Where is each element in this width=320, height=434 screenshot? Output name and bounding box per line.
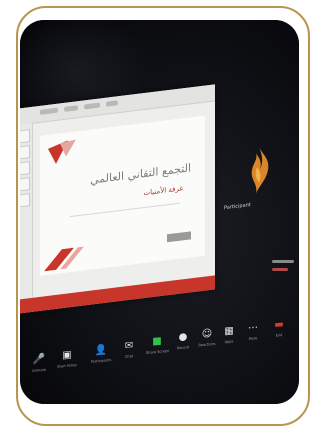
slide-thumbnail[interactable] [20, 161, 30, 177]
photo: التجمع التقاني العالمي غرفة الأمنيات Par… [20, 20, 299, 404]
video-icon: ▣ [62, 349, 72, 362]
tb-record[interactable]: ● Record [172, 331, 194, 351]
participants-icon: 👤 [94, 344, 108, 357]
tb-video[interactable]: ▣ Start Video [56, 349, 78, 369]
red-stripes-icon [44, 246, 84, 272]
slide-logo [167, 231, 191, 243]
slide-thumbnail[interactable] [20, 193, 30, 209]
tb-share-screen[interactable]: ■ Share Screen [146, 335, 169, 355]
slide-thumbnail[interactable] [20, 129, 30, 145]
end-icon: ▬ [274, 318, 284, 331]
tb-participants[interactable]: 👤 Participants [90, 344, 112, 364]
apps-icon: ▦ [224, 325, 234, 338]
more-icon: ⋯ [248, 322, 258, 335]
slide-thumbnail[interactable] [20, 177, 30, 193]
slide-thumbnail[interactable] [20, 145, 30, 161]
tb-more[interactable]: ⋯ More [242, 322, 264, 342]
participant-tile[interactable]: Participant [222, 136, 282, 223]
slide-canvas: التجمع التقاني العالمي غرفة الأمنيات [40, 115, 205, 276]
tb-mic[interactable]: 🎤 Unmute [28, 353, 50, 373]
record-icon: ● [178, 331, 188, 344]
tb-reactions[interactable]: ☺ Reactions [196, 328, 218, 348]
slide-title: التجمع التقاني العالمي [90, 161, 191, 187]
flame-logo-icon [251, 145, 269, 194]
mic-icon: 🎤 [32, 353, 46, 366]
tb-apps[interactable]: ▦ Apps [218, 325, 240, 345]
participant-name: Participant [224, 201, 251, 212]
red-corner-mark-icon [48, 139, 76, 164]
tb-chat[interactable]: ✉ Chat [118, 340, 140, 360]
share-screen-icon: ■ [152, 335, 162, 348]
slide-thumbnails-panel [20, 122, 33, 301]
slide-subtitle: غرفة الأمنيات [143, 184, 183, 198]
tb-end[interactable]: ▬ End [268, 318, 290, 338]
presentation-slide: التجمع التقاني العالمي غرفة الأمنيات [20, 84, 215, 315]
slide-divider [70, 202, 180, 218]
zoom-screen: التجمع التقاني العالمي غرفة الأمنيات Par… [20, 23, 290, 315]
chat-icon: ✉ [124, 340, 134, 352]
reactions-icon: ☺ [201, 328, 213, 341]
